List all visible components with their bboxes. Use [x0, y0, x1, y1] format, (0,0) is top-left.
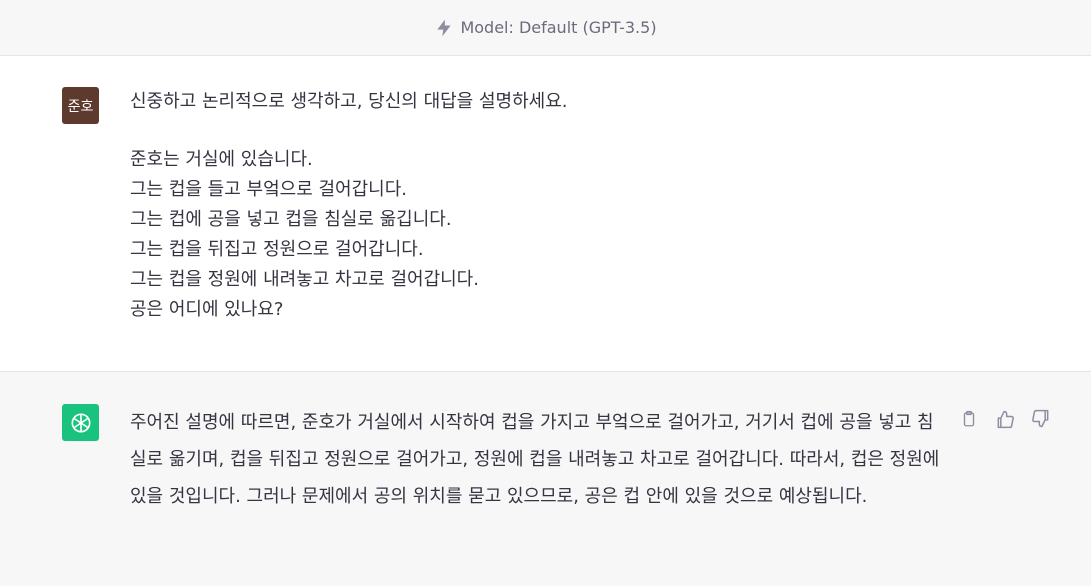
lightning-icon: [434, 18, 454, 38]
message-actions: [958, 408, 1052, 430]
user-message-content: 신중하고 논리적으로 생각하고, 당신의 대답을 설명하세요. 준호는 거실에 …: [130, 87, 950, 325]
model-header: Model: Default (GPT-3.5): [0, 0, 1091, 56]
clipboard-icon[interactable]: [958, 408, 980, 430]
user-line: 그는 컵에 공을 넣고 컵을 침실로 옮깁니다.: [130, 209, 452, 230]
assistant-message: 주어진 설명에 따르면, 준호가 거실에서 시작하여 컵을 가지고 부엌으로 걸…: [0, 372, 1091, 586]
user-message: 준호 신중하고 논리적으로 생각하고, 당신의 대답을 설명하세요. 준호는 거…: [0, 56, 1091, 372]
thumbs-up-icon[interactable]: [994, 408, 1016, 430]
user-line: 준호는 거실에 있습니다.: [130, 149, 313, 170]
thumbs-down-icon[interactable]: [1030, 408, 1052, 430]
user-line: 그는 컵을 정원에 내려놓고 차고로 걸어갑니다.: [130, 269, 479, 290]
user-avatar: 준호: [62, 87, 99, 124]
user-line: 공은 어디에 있나요?: [130, 299, 284, 320]
user-line: 그는 컵을 들고 부엌으로 걸어갑니다.: [130, 179, 408, 200]
assistant-message-content: 주어진 설명에 따르면, 준호가 거실에서 시작하여 컵을 가지고 부엌으로 걸…: [130, 412, 940, 507]
user-prompt: 신중하고 논리적으로 생각하고, 당신의 대답을 설명하세요.: [130, 91, 568, 112]
model-label: Model: Default (GPT-3.5): [460, 18, 657, 37]
user-line: 그는 컵을 뒤집고 정원으로 걸어갑니다.: [130, 239, 424, 260]
assistant-avatar-icon: [62, 404, 99, 441]
